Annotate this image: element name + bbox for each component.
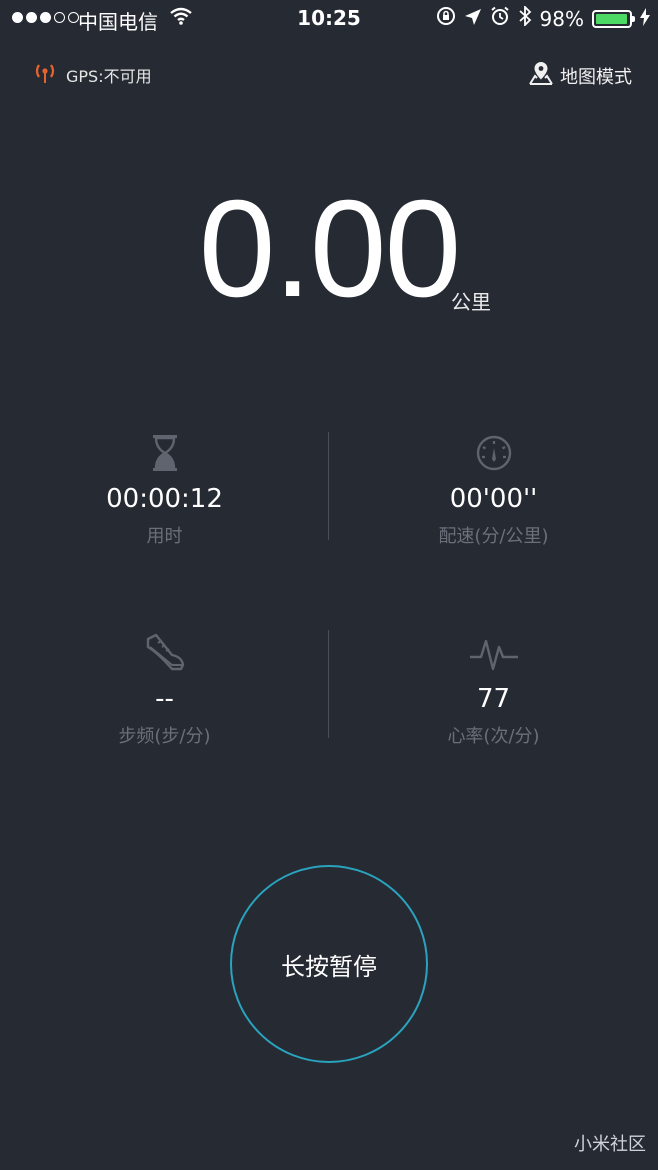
long-press-pause-button[interactable]: 长按暂停 [230, 865, 428, 1063]
watermark: 小米社区 [574, 1134, 646, 1155]
location-arrow-icon [464, 7, 482, 31]
distance-unit: 公里 [451, 290, 491, 314]
status-bar: 中国电信 10:25 98% [0, 0, 658, 38]
cadence-label: 步频(步/分) [118, 726, 211, 747]
gps-antenna-icon [34, 62, 56, 88]
battery-icon [592, 9, 635, 28]
pace-value: 00'00'' [449, 484, 538, 514]
cadence-value: -- [155, 684, 174, 714]
duration-label: 用时 [146, 526, 183, 547]
charging-bolt-icon [640, 7, 650, 31]
shoe-icon [0, 632, 329, 674]
battery-percent: 98% [539, 6, 584, 31]
rotation-lock-icon [436, 6, 456, 31]
duration-value: 00:00:12 [106, 484, 223, 514]
bluetooth-icon [518, 4, 532, 31]
distance-display: 0.00 [0, 180, 658, 318]
heart-rate-label: 心率(次/分) [447, 726, 540, 747]
heart-rate-value: 77 [476, 684, 511, 714]
gps-status: GPS:不可用 [34, 62, 152, 88]
map-mode-label: 地图模式 [560, 66, 632, 88]
pace-stat: 00'00'' 配速(分/公里) [329, 432, 658, 548]
alarm-icon [490, 6, 510, 31]
speedometer-icon [329, 432, 658, 474]
status-right-group: 98% [436, 4, 650, 31]
gps-status-label: GPS:不可用 [66, 67, 152, 86]
heartbeat-icon [329, 632, 658, 674]
map-mode-button[interactable]: 地图模式 [528, 60, 632, 91]
duration-stat: 00:00:12 用时 [0, 432, 329, 548]
pace-label: 配速(分/公里) [438, 526, 549, 547]
heart-rate-stat: 77 心率(次/分) [329, 632, 658, 748]
hourglass-icon [0, 432, 329, 474]
pause-button-label: 长按暂停 [281, 952, 377, 981]
map-pin-icon [528, 60, 554, 91]
distance-value: 0.00 [198, 172, 462, 326]
cadence-stat: -- 步频(步/分) [0, 632, 329, 748]
